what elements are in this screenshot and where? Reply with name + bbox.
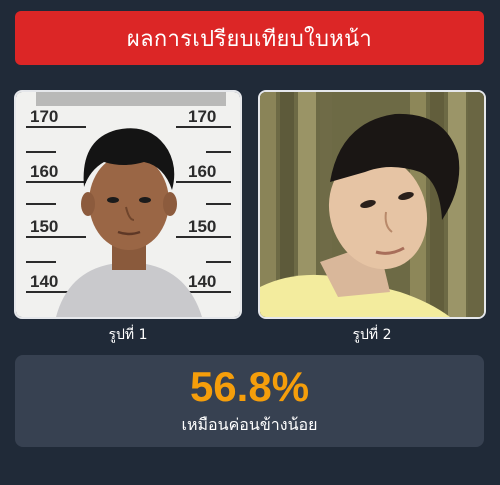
title-banner: ผลการเปรียบเทียบใบหน้า [15,11,484,65]
similarity-result-panel: 56.8% เหมือนค่อนข้างน้อย [15,355,484,447]
height-label-140-right: 140 [188,272,216,291]
height-label-140-left: 140 [30,272,58,291]
similarity-description: เหมือนค่อนข้างน้อย [181,415,318,434]
page-title: ผลการเปรียบเทียบใบหน้า [126,26,373,52]
similarity-percentage: 56.8% [189,363,310,410]
height-label-160-right: 160 [188,162,216,181]
height-label-150-left: 150 [30,217,58,236]
photo-1-image: 170 170 160 160 150 150 140 140 [16,92,240,317]
photo-1-caption: รูปที่ 1 [108,327,148,343]
height-label-160-left: 160 [30,162,58,181]
face-comparison-screen: ผลการเปรียบเทียบใบหน้า 170 170 160 160 1… [0,0,500,485]
height-label-170-left: 170 [30,107,58,126]
photo-2-image [260,92,484,317]
photo-2-caption: รูปที่ 2 [352,327,392,343]
height-label-150-right: 150 [188,217,216,236]
photo-2 [258,90,486,319]
height-label-170-right: 170 [188,107,216,126]
photo-1: 170 170 160 160 150 150 140 140 [14,90,242,319]
